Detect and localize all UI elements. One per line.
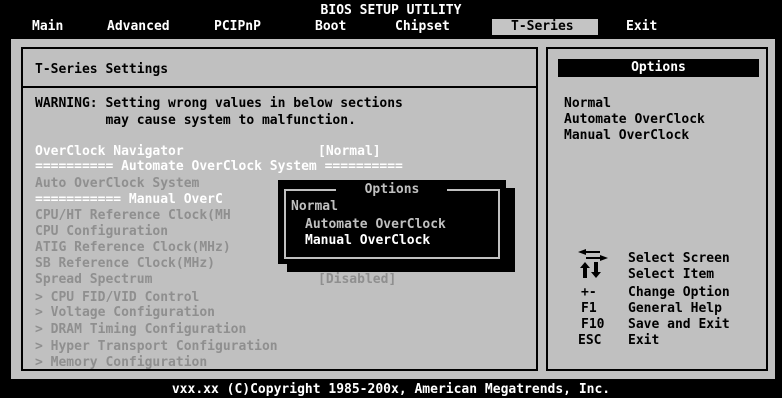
submenu-hyper-transport-configuration[interactable]: > Hyper Transport Configuration [35, 339, 278, 354]
setting-overclock-navigator-value[interactable]: [Normal] [318, 144, 381, 159]
menu-main[interactable]: Main [32, 19, 63, 34]
warning-line-2: may cause system to malfunction. [35, 113, 356, 128]
popup-option-normal[interactable]: Normal [291, 199, 338, 214]
warning-line-1: WARNING: Setting wrong values in below s… [35, 96, 403, 111]
menu-boot[interactable]: Boot [315, 19, 346, 34]
setting-spread-spectrum[interactable]: Spread Spectrum [35, 272, 152, 287]
popup-option-automate-overclock[interactable]: Automate OverClock [305, 217, 446, 232]
panel-divider [21, 86, 538, 88]
help-line-manual-overclock: Manual OverClock [564, 128, 690, 143]
help-line-automate-overclock: Automate OverClock [564, 112, 705, 127]
submenu-voltage-configuration[interactable]: > Voltage Configuration [35, 305, 215, 320]
menu-chipset[interactable]: Chipset [395, 19, 450, 34]
copyright-footer: vxx.xx (C)Copyright 1985-200x, American … [171, 382, 611, 397]
menu-advanced[interactable]: Advanced [107, 19, 170, 34]
setting-overclock-navigator[interactable]: OverClock Navigator [35, 144, 184, 159]
popup-title: Options [364, 182, 420, 197]
key-help-general-help: General Help [628, 301, 722, 316]
key-f10: F10 [581, 317, 605, 332]
setting-atig-reference-clock[interactable]: ATIG Reference Clock(MHz) [35, 240, 231, 255]
setting-cpu-configuration[interactable]: CPU Configuration [35, 224, 168, 239]
key-help-select-item: Select Item [628, 267, 715, 282]
key-f1: F1 [581, 301, 597, 316]
key-help-exit: Exit [628, 333, 660, 348]
key-help-save-and-exit: Save and Exit [628, 317, 730, 332]
submenu-memory-configuration[interactable]: > Memory Configuration [35, 355, 207, 370]
setting-auto-overclock-system[interactable]: Auto OverClock System [35, 176, 199, 191]
submenu-cpu-fid-vid-control[interactable]: > CPU FID/VID Control [35, 290, 199, 305]
panel-title: T-Series Settings [35, 62, 169, 77]
setting-spread-spectrum-value[interactable]: [Disabled] [318, 272, 396, 287]
key-esc: ESC [578, 333, 602, 348]
up-down-arrows-icon [580, 262, 601, 278]
key-help-change-option: Change Option [628, 285, 730, 300]
key-plus-minus: +- [581, 285, 597, 300]
menu-pcipnp[interactable]: PCIPnP [214, 19, 261, 34]
submenu-dram-timing-configuration[interactable]: > DRAM Timing Configuration [35, 322, 246, 337]
section-manual-overclock: =========== Manual OverC [35, 192, 223, 207]
menu-exit[interactable]: Exit [626, 19, 657, 34]
help-options-header: Options [558, 59, 759, 77]
popup-option-manual-overclock[interactable]: Manual OverClock [305, 233, 430, 248]
key-help-select-screen: Select Screen [628, 251, 730, 266]
section-automate-overclock: ========== Automate OverClock System ===… [35, 159, 403, 174]
help-line-normal: Normal [564, 96, 611, 111]
setting-sb-reference-clock[interactable]: SB Reference Clock(MHz) [35, 256, 215, 271]
menu-tseries[interactable]: T-Series [511, 19, 574, 34]
bios-title: BIOS SETUP UTILITY [320, 3, 462, 18]
left-right-arrows-icon [578, 249, 608, 261]
setting-cpu-ht-reference-clock[interactable]: CPU/HT Reference Clock(MH [35, 208, 231, 223]
